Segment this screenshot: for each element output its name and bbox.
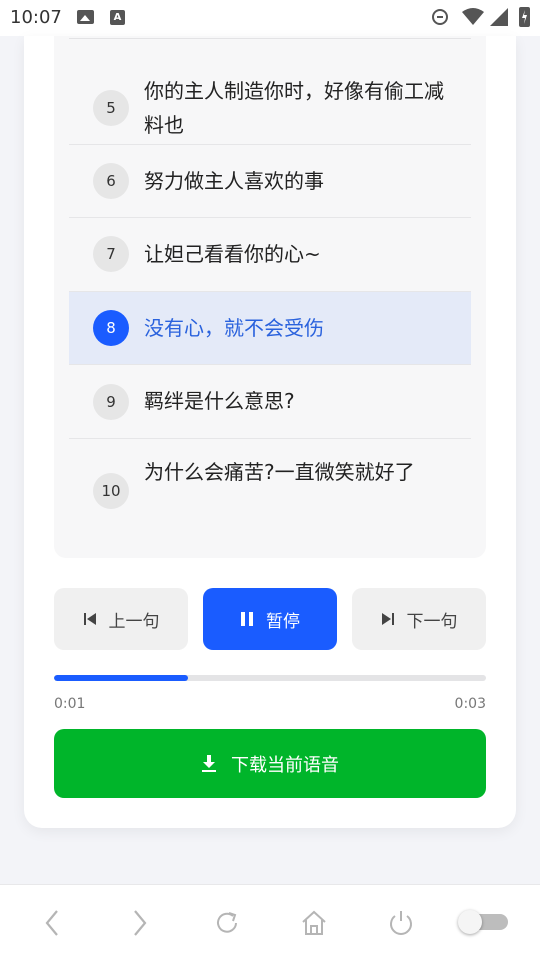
voice-player-card: 5 你的主人制造你时，好像有偷工减料也 6 努力做主人喜欢的事 7 让妲己看看你… [24, 36, 516, 828]
previous-sentence-button[interactable]: 上一句 [54, 588, 188, 650]
back-button[interactable] [36, 907, 68, 939]
skip-next-icon [381, 612, 395, 626]
sentence-text: 努力做主人喜欢的事 [144, 169, 324, 193]
progress-fill [54, 675, 188, 681]
sentence-number: 8 [93, 310, 129, 346]
next-sentence-button[interactable]: 下一句 [352, 588, 486, 650]
home-button[interactable] [298, 907, 330, 939]
sentence-number: 7 [93, 236, 129, 272]
total-time: 0:03 [454, 696, 486, 712]
skip-previous-icon [83, 612, 97, 626]
font-app-icon: A [110, 10, 125, 25]
sentence-number: 6 [93, 163, 129, 199]
sentence-item-6[interactable]: 6 努力做主人喜欢的事 [69, 144, 471, 217]
home-icon [302, 910, 326, 935]
sentence-item-7[interactable]: 7 让妲己看看你的心~ [69, 217, 471, 291]
battery-icon [519, 7, 530, 27]
download-icon [201, 754, 217, 773]
power-icon [390, 911, 412, 935]
gallery-icon [77, 10, 94, 24]
previous-label: 上一句 [108, 611, 160, 632]
pause-label: 暂停 [266, 611, 300, 632]
list-divider [69, 38, 471, 39]
sentence-text: 羁绊是什么意思? [144, 389, 295, 413]
download-voice-button[interactable]: 下载当前语音 [54, 729, 486, 798]
sentence-text: 你的主人制造你时，好像有偷工减料也 [144, 79, 444, 137]
refresh-button[interactable] [211, 907, 243, 939]
sentence-list[interactable]: 5 你的主人制造你时，好像有偷工减料也 6 努力做主人喜欢的事 7 让妲己看看你… [54, 36, 486, 558]
sentence-text: 让妲己看看你的心~ [144, 242, 321, 266]
sentence-item-9[interactable]: 9 羁绊是什么意思? [69, 364, 471, 438]
back-icon [45, 910, 58, 936]
sentence-text: 为什么会痛苦?一直微笑就好了 [144, 460, 415, 484]
do-not-disturb-icon [432, 9, 448, 25]
sentence-number: 10 [93, 473, 129, 509]
status-bar: 10:07 A [0, 0, 540, 36]
sentence-number: 5 [93, 90, 129, 126]
forward-icon [134, 910, 147, 936]
pause-icon [240, 611, 254, 627]
sentence-item-8-active[interactable]: 8 没有心，就不会受伤 [69, 291, 471, 364]
refresh-icon [217, 912, 237, 933]
sentence-number: 9 [93, 384, 129, 420]
signal-icon [490, 8, 508, 26]
playback-progress-bar[interactable] [54, 675, 486, 681]
power-button[interactable] [385, 907, 417, 939]
sentence-text: 没有心，就不会受伤 [144, 316, 324, 340]
toggle-switch[interactable] [458, 910, 508, 934]
wifi-icon [462, 8, 484, 25]
status-time: 10:07 [10, 7, 62, 28]
current-time: 0:01 [54, 696, 86, 712]
bottom-navigation [0, 884, 540, 961]
forward-button[interactable] [124, 907, 156, 939]
sentence-item-5[interactable]: 5 你的主人制造你时，好像有偷工减料也 [69, 56, 471, 144]
next-label: 下一句 [406, 611, 458, 632]
download-label: 下载当前语音 [231, 754, 339, 776]
pause-button[interactable]: 暂停 [203, 588, 337, 650]
sentence-item-10[interactable]: 10 为什么会痛苦?一直微笑就好了 [69, 438, 471, 538]
toggle-knob [458, 910, 482, 934]
